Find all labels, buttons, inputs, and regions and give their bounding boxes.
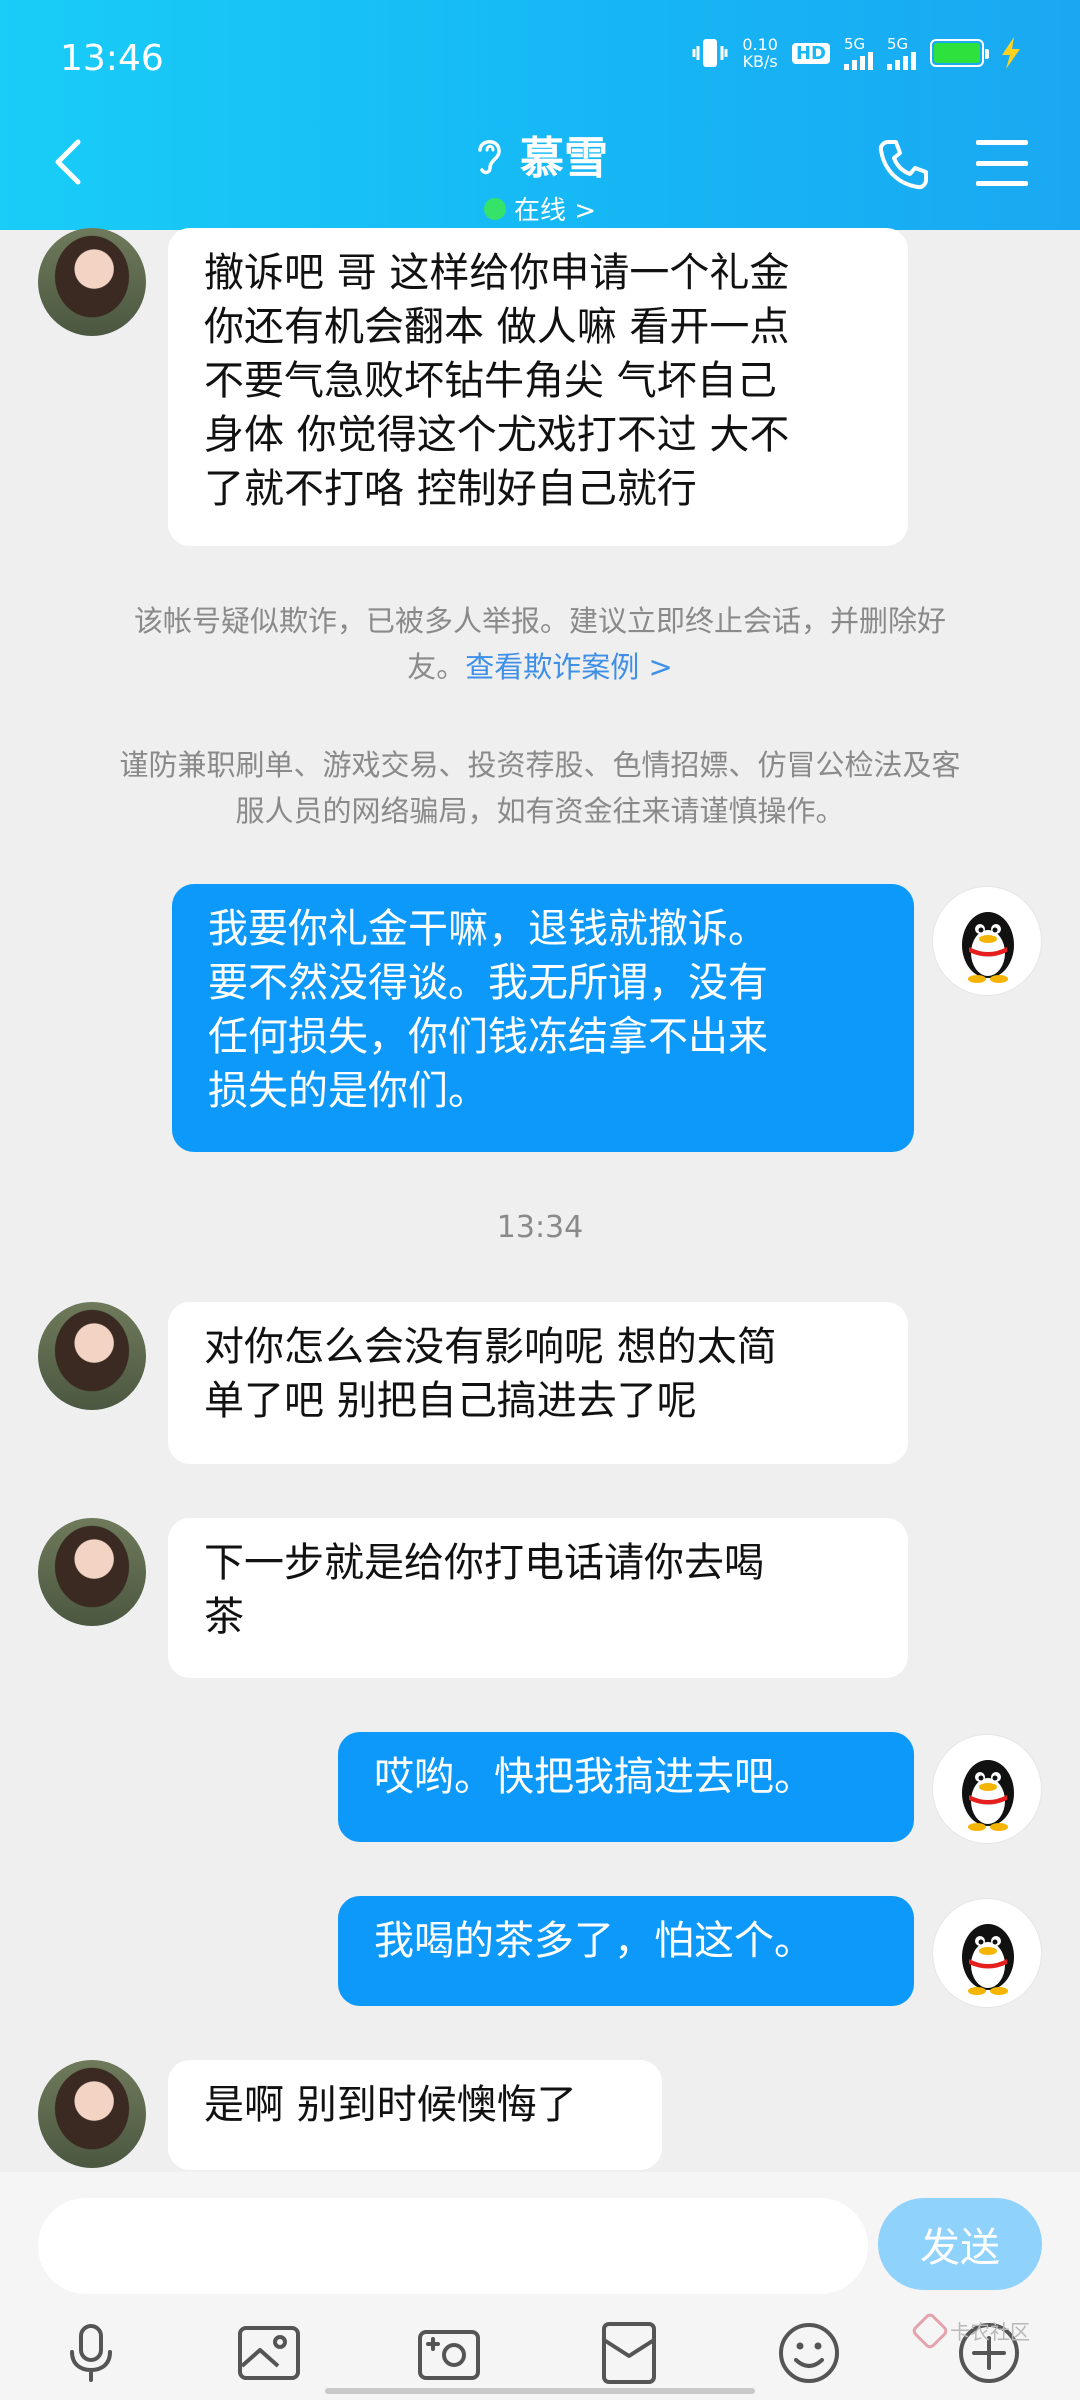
ear-icon (478, 140, 501, 175)
fraud-warning-text: 该帐号疑似欺诈，已被多人举报。建议立即终止会话，并删除好 (133, 604, 946, 638)
contact-name-text: 慕雪 (520, 133, 608, 184)
fraud-warning-notice: 该帐号疑似欺诈，已被多人举报。建议立即终止会话，并删除好 友。查看欺诈案例 > (70, 598, 1010, 690)
scam-tips-text-cont: 服人员的网络骗局，如有资金往来请谨慎操作。 (235, 794, 845, 828)
my-avatar[interactable] (932, 1734, 1042, 1844)
message-line: 任何损失，你们钱冻结拿不出来 (208, 1014, 768, 1060)
phone-call-button[interactable] (874, 136, 932, 194)
message-line: 是啊 别到时候懊悔了 (204, 2082, 577, 2128)
contact-name: 慕雪 (472, 122, 608, 186)
charging-icon (1002, 37, 1020, 69)
message-bubble-outgoing[interactable]: 我要你礼金干嘛，退钱就撤诉。 要不然没得谈。我无所谓，没有 任何损失，你们钱冻结… (172, 884, 914, 1152)
contact-avatar[interactable] (38, 1518, 146, 1626)
status-time: 13:46 (60, 38, 164, 79)
watermark: 卡农社区 (910, 2310, 1030, 2351)
status-icons: 0.10 KB/s HD 5G 5G (692, 36, 1024, 70)
chat-header: 13:46 0.10 KB/s HD 5G 5G 慕雪 在线 > (0, 0, 1080, 230)
hd-badge: HD (791, 42, 830, 64)
camera-icon[interactable] (414, 2318, 484, 2388)
menu-icon[interactable] (976, 140, 1028, 186)
contact-avatar[interactable] (38, 228, 146, 336)
message-line: 下一步就是给你打电话请你去喝 (204, 1540, 764, 1586)
message-bubble-incoming[interactable]: 是啊 别到时候懊悔了 (168, 2060, 662, 2170)
image-icon[interactable] (234, 2318, 304, 2388)
message-bubble-incoming[interactable]: 对你怎么会没有影响呢 想的太简 单了吧 别把自己搞进去了呢 (168, 1302, 908, 1464)
message-bubble-incoming[interactable]: 撤诉吧 哥 这样给你申请一个礼金 你还有机会翻本 做人嘛 看开一点 不要气急败坏… (168, 228, 908, 546)
message-line: 我喝的茶多了，怕这个。 (374, 1918, 814, 1964)
home-indicator[interactable] (325, 2388, 755, 2394)
message-line: 茶 (204, 1594, 244, 1640)
scam-tips-notice: 谨防兼职刷单、游戏交易、投资荐股、色情招嫖、仿冒公检法及客 服人员的网络骗局，如… (70, 742, 1010, 834)
signal-sim2-icon: 5G (887, 36, 916, 70)
scam-tips-text: 谨防兼职刷单、游戏交易、投资荐股、色情招嫖、仿冒公检法及客 (119, 748, 961, 782)
message-input-area: 发送 (0, 2172, 1080, 2400)
watermark-logo-icon (910, 2310, 950, 2351)
penguin-avatar-icon (962, 912, 1014, 983)
message-line: 损失的是你们。 (208, 1068, 488, 1114)
signal-sim1-icon: 5G (844, 36, 873, 70)
fraud-warning-text-cont: 友。 (407, 650, 466, 684)
sim2-network-label: 5G (887, 35, 909, 53)
message-line: 对你怎么会没有影响呢 想的太简 (204, 1324, 777, 1370)
sim1-network-label: 5G (844, 35, 866, 53)
battery-level (934, 43, 980, 63)
message-bubble-outgoing[interactable]: 我喝的茶多了，怕这个。 (338, 1896, 914, 2006)
message-bubble-outgoing[interactable]: 哎哟。快把我搞进去吧。 (338, 1732, 914, 1842)
online-dot-icon (483, 197, 506, 220)
message-line: 哎哟。快把我搞进去吧。 (374, 1754, 814, 1800)
send-button[interactable]: 发送 (878, 2198, 1042, 2290)
watermark-text: 卡农社区 (950, 2320, 1030, 2344)
message-bubble-incoming[interactable]: 下一步就是给你打电话请你去喝 茶 (168, 1518, 908, 1678)
red-packet-icon[interactable] (594, 2318, 664, 2388)
my-avatar[interactable] (932, 886, 1042, 996)
message-line: 单了吧 别把自己搞进去了呢 (204, 1378, 697, 1424)
view-fraud-cases-link[interactable]: 查看欺诈案例 > (465, 650, 673, 684)
battery-icon (930, 39, 989, 67)
microphone-icon[interactable] (56, 2318, 126, 2388)
contact-avatar[interactable] (38, 2060, 146, 2168)
message-timestamp: 13:34 (496, 1210, 584, 1245)
message-line: 了就不打咯 控制好自己就行 (204, 466, 697, 512)
contact-avatar[interactable] (38, 1302, 146, 1410)
message-line: 撤诉吧 哥 这样给你申请一个礼金 (204, 250, 790, 296)
vibrate-icon (692, 39, 728, 67)
message-line: 身体 你觉得这个尤戏打不过 大不 (204, 412, 790, 458)
penguin-avatar-icon (962, 1760, 1014, 1831)
my-avatar[interactable] (932, 1898, 1042, 2008)
message-line: 要不然没得谈。我无所谓，没有 (208, 960, 768, 1006)
message-input[interactable] (38, 2198, 868, 2294)
emoji-icon[interactable] (774, 2318, 844, 2388)
network-speed-value: 0.10 (742, 35, 778, 54)
network-speed: 0.10 KB/s (742, 36, 778, 70)
message-line: 你还有机会翻本 做人嘛 看开一点 (204, 304, 790, 350)
online-status[interactable]: 在线 > (483, 190, 597, 227)
message-line: 我要你礼金干嘛，退钱就撤诉。 (208, 906, 768, 952)
network-speed-unit: KB/s (742, 52, 778, 71)
penguin-avatar-icon (962, 1924, 1014, 1995)
message-line: 不要气急败坏钻牛角尖 气坏自己 (204, 358, 777, 404)
online-status-text: 在线 > (513, 196, 597, 226)
